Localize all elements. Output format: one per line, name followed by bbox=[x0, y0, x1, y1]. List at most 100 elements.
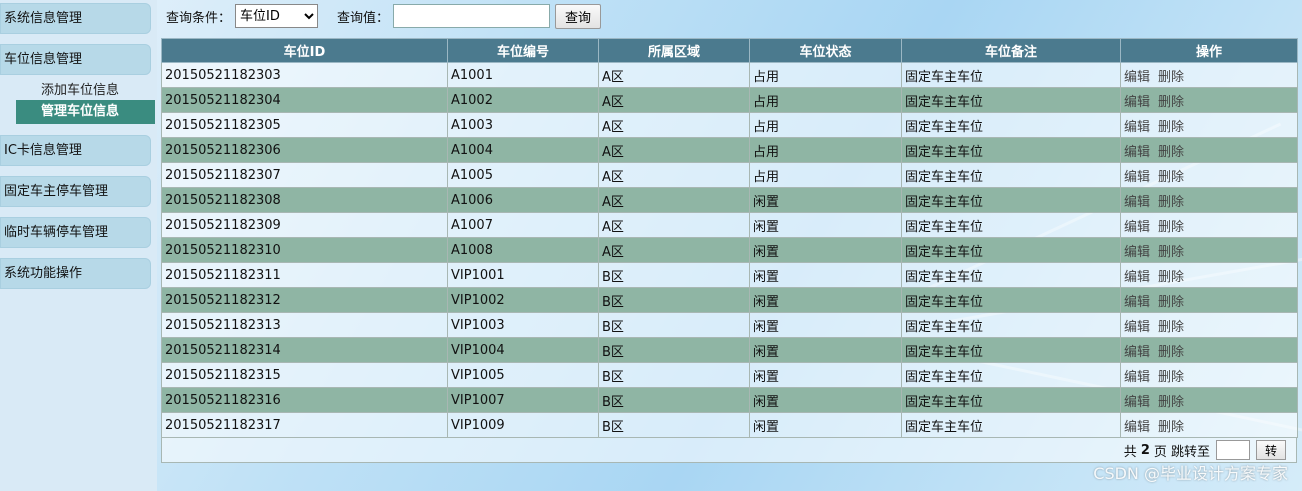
cell-space-number: A1003 bbox=[447, 112, 599, 138]
delete-link[interactable]: 删除 bbox=[1158, 245, 1184, 260]
cell-area: B区 bbox=[598, 362, 750, 388]
edit-link[interactable]: 编辑 bbox=[1124, 145, 1150, 160]
condition-select[interactable]: 车位ID bbox=[235, 4, 319, 28]
table-row: 20150521182316 VIP1007 B区 闲置 固定车主车位 编辑 删除 bbox=[161, 387, 1298, 413]
delete-link[interactable]: 删除 bbox=[1158, 145, 1184, 160]
edit-link[interactable]: 编辑 bbox=[1124, 345, 1150, 360]
edit-link[interactable]: 编辑 bbox=[1124, 120, 1150, 135]
search-button[interactable]: 查询 bbox=[555, 3, 602, 29]
delete-link[interactable]: 删除 bbox=[1158, 320, 1184, 335]
cell-space-id: 20150521182313 bbox=[161, 312, 448, 338]
cell-status: 闲置 bbox=[749, 287, 902, 313]
delete-link[interactable]: 删除 bbox=[1158, 220, 1184, 235]
page-jump-button[interactable]: 转 bbox=[1256, 440, 1286, 460]
cell-remark: 固定车主车位 bbox=[901, 412, 1121, 438]
header-actions: 操作 bbox=[1120, 38, 1298, 63]
header-space-number: 车位编号 bbox=[447, 38, 599, 63]
cell-actions: 编辑 删除 bbox=[1120, 287, 1298, 313]
cell-status: 闲置 bbox=[749, 237, 902, 263]
edit-link[interactable]: 编辑 bbox=[1124, 245, 1150, 260]
cell-actions: 编辑 删除 bbox=[1120, 237, 1298, 263]
cell-status: 闲置 bbox=[749, 387, 902, 413]
cell-remark: 固定车主车位 bbox=[901, 87, 1121, 113]
cell-actions: 编辑 删除 bbox=[1120, 337, 1298, 363]
delete-link[interactable]: 删除 bbox=[1158, 95, 1184, 110]
delete-link[interactable]: 删除 bbox=[1158, 170, 1184, 185]
page-jump-input[interactable] bbox=[1216, 440, 1250, 460]
edit-link[interactable]: 编辑 bbox=[1124, 420, 1150, 435]
cell-remark: 固定车主车位 bbox=[901, 62, 1121, 88]
cell-area: B区 bbox=[598, 312, 750, 338]
cell-area: A区 bbox=[598, 212, 750, 238]
delete-link[interactable]: 删除 bbox=[1158, 370, 1184, 385]
table-row: 20150521182305 A1003 A区 占用 固定车主车位 编辑 删除 bbox=[161, 112, 1298, 138]
cell-status: 占用 bbox=[749, 87, 902, 113]
edit-link[interactable]: 编辑 bbox=[1124, 220, 1150, 235]
cell-area: A区 bbox=[598, 112, 750, 138]
sidebar-item-parking-space[interactable]: 车位信息管理 bbox=[0, 44, 151, 75]
sidebar-item-ic-card[interactable]: IC卡信息管理 bbox=[0, 135, 151, 166]
cell-actions: 编辑 删除 bbox=[1120, 187, 1298, 213]
edit-link[interactable]: 编辑 bbox=[1124, 295, 1150, 310]
cell-space-number: VIP1005 bbox=[447, 362, 599, 388]
cell-space-number: A1006 bbox=[447, 187, 599, 213]
sidebar-item-system-functions[interactable]: 系统功能操作 bbox=[0, 258, 151, 289]
cell-area: B区 bbox=[598, 262, 750, 288]
edit-link[interactable]: 编辑 bbox=[1124, 320, 1150, 335]
cell-space-id: 20150521182304 bbox=[161, 87, 448, 113]
condition-label: 查询条件： bbox=[166, 10, 232, 26]
edit-link[interactable]: 编辑 bbox=[1124, 370, 1150, 385]
cell-actions: 编辑 删除 bbox=[1120, 262, 1298, 288]
cell-area: B区 bbox=[598, 412, 750, 438]
cell-remark: 固定车主车位 bbox=[901, 162, 1121, 188]
edit-link[interactable]: 编辑 bbox=[1124, 170, 1150, 185]
sidebar-item-fixed-owner-parking[interactable]: 固定车主停车管理 bbox=[0, 176, 151, 207]
search-input[interactable] bbox=[393, 4, 551, 28]
delete-link[interactable]: 删除 bbox=[1158, 70, 1184, 85]
cell-remark: 固定车主车位 bbox=[901, 262, 1121, 288]
pager-suffix: 页 跳转至 bbox=[1153, 444, 1210, 460]
cell-status: 闲置 bbox=[749, 362, 902, 388]
cell-area: A区 bbox=[598, 187, 750, 213]
cell-remark: 固定车主车位 bbox=[901, 237, 1121, 263]
cell-remark: 固定车主车位 bbox=[901, 287, 1121, 313]
delete-link[interactable]: 删除 bbox=[1158, 120, 1184, 135]
edit-link[interactable]: 编辑 bbox=[1124, 70, 1150, 85]
cell-space-id: 20150521182303 bbox=[161, 62, 448, 88]
cell-area: A区 bbox=[598, 237, 750, 263]
cell-remark: 固定车主车位 bbox=[901, 137, 1121, 163]
search-bar: 查询条件： 车位ID 查询值： 查询 bbox=[166, 3, 602, 29]
sidebar-item-temp-vehicle-parking[interactable]: 临时车辆停车管理 bbox=[0, 217, 151, 248]
delete-link[interactable]: 删除 bbox=[1158, 395, 1184, 410]
delete-link[interactable]: 删除 bbox=[1158, 195, 1184, 210]
edit-link[interactable]: 编辑 bbox=[1124, 95, 1150, 110]
cell-space-number: VIP1009 bbox=[447, 412, 599, 438]
delete-link[interactable]: 删除 bbox=[1158, 295, 1184, 310]
table-row: 20150521182314 VIP1004 B区 闲置 固定车主车位 编辑 删除 bbox=[161, 337, 1298, 363]
delete-link[interactable]: 删除 bbox=[1158, 420, 1184, 435]
header-status: 车位状态 bbox=[749, 38, 902, 63]
cell-area: A区 bbox=[598, 62, 750, 88]
edit-link[interactable]: 编辑 bbox=[1124, 195, 1150, 210]
delete-link[interactable]: 删除 bbox=[1158, 345, 1184, 360]
cell-space-id: 20150521182310 bbox=[161, 237, 448, 263]
cell-space-number: A1008 bbox=[447, 237, 599, 263]
cell-remark: 固定车主车位 bbox=[901, 337, 1121, 363]
cell-actions: 编辑 删除 bbox=[1120, 137, 1298, 163]
sidebar-subitem-add-space[interactable]: 添加车位信息 bbox=[41, 79, 119, 98]
cell-space-number: A1007 bbox=[447, 212, 599, 238]
cell-space-number: VIP1003 bbox=[447, 312, 599, 338]
cell-status: 占用 bbox=[749, 137, 902, 163]
value-label: 查询值： bbox=[337, 10, 390, 26]
edit-link[interactable]: 编辑 bbox=[1124, 270, 1150, 285]
cell-area: B区 bbox=[598, 337, 750, 363]
cell-area: B区 bbox=[598, 287, 750, 313]
table-row: 20150521182308 A1006 A区 闲置 固定车主车位 编辑 删除 bbox=[161, 187, 1298, 213]
sidebar-subitem-manage-space[interactable]: 管理车位信息 bbox=[16, 100, 155, 124]
cell-area: A区 bbox=[598, 137, 750, 163]
sidebar-item-system-info[interactable]: 系统信息管理 bbox=[0, 3, 151, 34]
edit-link[interactable]: 编辑 bbox=[1124, 395, 1150, 410]
delete-link[interactable]: 删除 bbox=[1158, 270, 1184, 285]
cell-actions: 编辑 删除 bbox=[1120, 212, 1298, 238]
cell-remark: 固定车主车位 bbox=[901, 362, 1121, 388]
